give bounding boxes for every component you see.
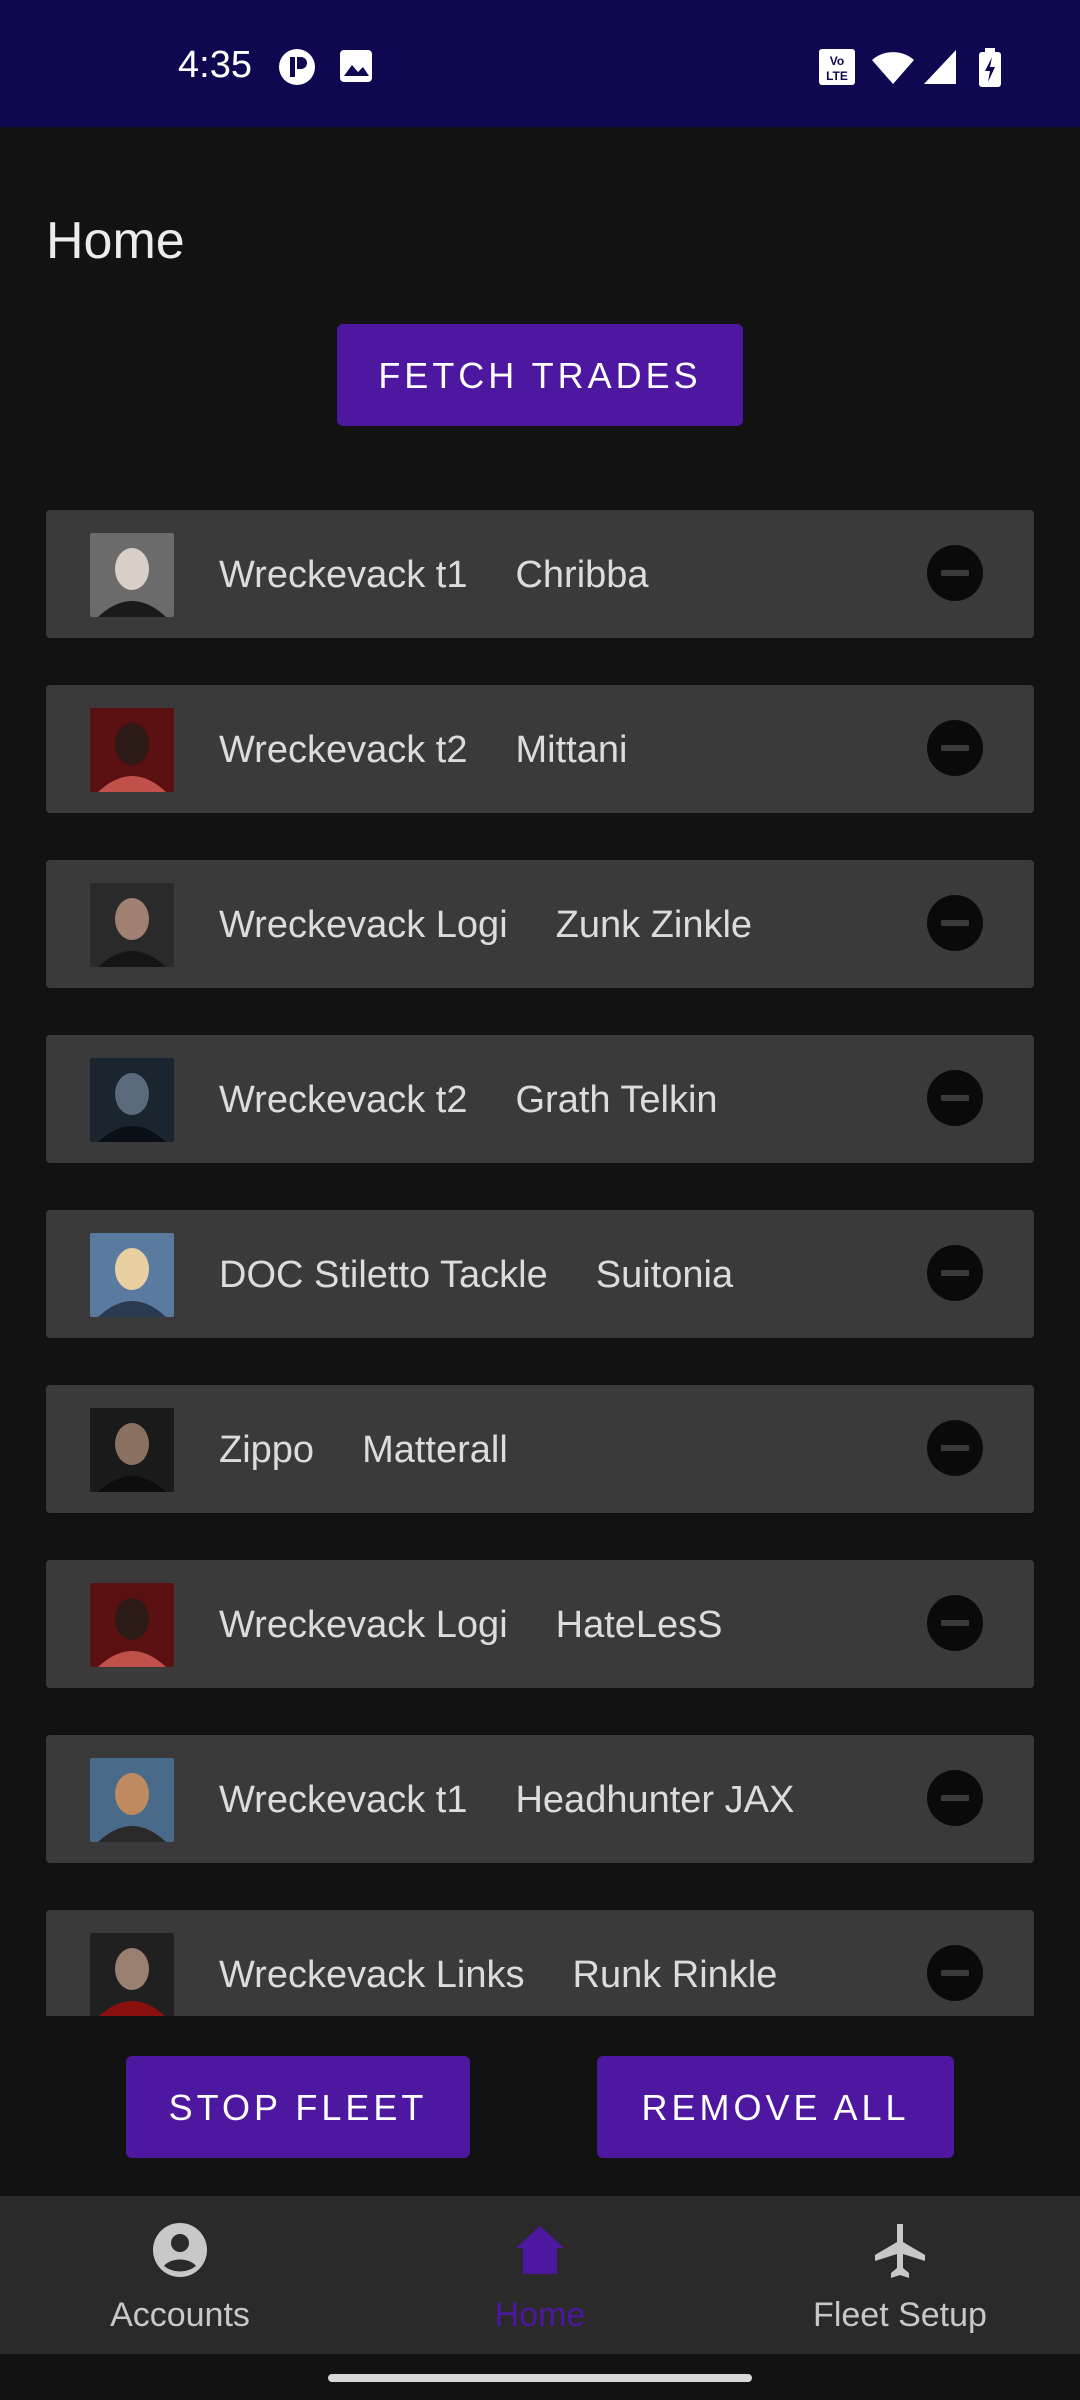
avatar-blonde-woman bbox=[90, 1233, 174, 1317]
pilot-name: Runk Rinkle bbox=[572, 1954, 778, 1996]
volte-icon: VoLTE bbox=[819, 49, 855, 85]
signal-icon bbox=[924, 50, 956, 84]
remove-member-icon[interactable] bbox=[926, 1419, 984, 1482]
airplane-icon bbox=[875, 2224, 925, 2278]
remove-member-icon[interactable] bbox=[926, 1769, 984, 1832]
nav-item-fleet-setup[interactable]: Fleet Setup bbox=[720, 2196, 1080, 2354]
pilot-name: Matterall bbox=[362, 1429, 508, 1471]
ship-name: Zippo bbox=[219, 1429, 315, 1471]
pilot-name: Zunk Zinkle bbox=[555, 904, 753, 946]
battery-charging-icon bbox=[979, 48, 1001, 87]
avatar-woman-dark-hair-red-bg bbox=[90, 1583, 174, 1667]
nav-label-fleet-setup: Fleet Setup bbox=[813, 2296, 987, 2334]
stop-fleet-button[interactable]: STOP FLEET bbox=[126, 2056, 470, 2158]
remove-all-button[interactable]: REMOVE ALL bbox=[597, 2056, 954, 2158]
remove-member-icon[interactable] bbox=[926, 544, 984, 607]
remove-member-icon[interactable] bbox=[926, 1944, 984, 2007]
fetch-trades-button[interactable]: FETCH TRADES bbox=[337, 324, 743, 426]
fleet-row-text: Wreckevack t2 Mittani bbox=[219, 685, 627, 815]
fleet-row-text: Wreckevack t1 Headhunter JAX bbox=[219, 1735, 794, 1865]
pilot-name: Mittani bbox=[515, 729, 628, 771]
fleet-row[interactable]: Wreckevack Links Runk Rinkle bbox=[46, 1910, 1034, 2016]
fleet-row[interactable]: DOC Stiletto Tackle Suitonia bbox=[46, 1210, 1034, 1338]
nav-label-accounts: Accounts bbox=[110, 2296, 250, 2334]
fleet-row[interactable]: Wreckevack Logi Zunk Zinkle bbox=[46, 860, 1034, 988]
fleet-row-text: Wreckevack Logi Zunk Zinkle bbox=[219, 860, 752, 990]
fleet-row-text: Wreckevack Logi HateLesS bbox=[219, 1560, 723, 1690]
pilot-name: Suitonia bbox=[595, 1254, 734, 1296]
account-circle-icon bbox=[153, 2223, 207, 2277]
pilot-name: Headhunter JAX bbox=[515, 1779, 795, 1821]
ship-name: Wreckevack t1 bbox=[219, 1779, 468, 1821]
ship-name: Wreckevack t2 bbox=[219, 729, 468, 771]
avatar-bald-man bbox=[90, 1758, 174, 1842]
home-icon bbox=[516, 2226, 564, 2274]
page-title: Home bbox=[46, 211, 185, 270]
wifi-icon bbox=[872, 52, 914, 84]
nav-item-home[interactable]: Home bbox=[360, 2196, 720, 2354]
fleet-row[interactable]: Zippo Matterall bbox=[46, 1385, 1034, 1513]
remove-member-icon[interactable] bbox=[926, 1594, 984, 1657]
fleet-row-text: Wreckevack t1 Chribba bbox=[219, 510, 649, 640]
status-bar: 4:35 Vo LTE bbox=[0, 0, 1080, 127]
fleet-row[interactable]: Wreckevack Logi HateLesS bbox=[46, 1560, 1034, 1688]
app-notification-icon bbox=[279, 49, 315, 85]
nav-item-accounts[interactable]: Accounts bbox=[0, 2196, 360, 2354]
avatar-man-side-profile bbox=[90, 1408, 174, 1492]
remove-member-icon[interactable] bbox=[926, 1069, 984, 1132]
pilot-name: Chribba bbox=[515, 554, 649, 596]
ship-name: Wreckevack t2 bbox=[219, 1079, 468, 1121]
ship-name: Wreckevack t1 bbox=[219, 554, 468, 596]
avatar-man-dark-hair bbox=[90, 883, 174, 967]
remove-member-icon[interactable] bbox=[926, 1244, 984, 1307]
svg-text:LTE: LTE bbox=[826, 69, 848, 83]
ship-name: DOC Stiletto Tackle bbox=[219, 1254, 548, 1296]
fleet-row-text: Zippo Matterall bbox=[219, 1385, 508, 1515]
pilot-name: Grath Telkin bbox=[515, 1079, 718, 1121]
fleet-list[interactable]: Wreckevack t1 Chribba Wreckevack t2 Mittani… bbox=[0, 510, 1080, 2016]
fleet-row[interactable]: Wreckevack t1 Headhunter JAX bbox=[46, 1735, 1034, 1863]
fleet-row-text: Wreckevack t2 Grath Telkin bbox=[219, 1035, 718, 1165]
image-notification-icon bbox=[340, 50, 372, 82]
remove-member-icon[interactable] bbox=[926, 719, 984, 782]
ship-name: Wreckevack Logi bbox=[219, 904, 508, 946]
gesture-bar bbox=[328, 2374, 752, 2382]
fleet-row[interactable]: Wreckevack t1 Chribba bbox=[46, 510, 1034, 638]
status-time: 4:35 bbox=[178, 44, 252, 86]
fleet-row[interactable]: Wreckevack t2 Mittani bbox=[46, 685, 1034, 813]
avatar-white-haired-man bbox=[90, 533, 174, 617]
pilot-name: HateLesS bbox=[555, 1604, 723, 1646]
nav-label-home: Home bbox=[494, 2296, 586, 2334]
remove-member-icon[interactable] bbox=[926, 894, 984, 957]
avatar-man-red-star bbox=[90, 1933, 174, 2016]
svg-text:Vo: Vo bbox=[830, 54, 844, 68]
fleet-row[interactable]: Wreckevack t2 Grath Telkin bbox=[46, 1035, 1034, 1163]
bottom-navigation: Accounts Home Fleet Setup bbox=[0, 2196, 1080, 2354]
fleet-row-text: DOC Stiletto Tackle Suitonia bbox=[219, 1210, 733, 1340]
ship-name: Wreckevack Logi bbox=[219, 1604, 508, 1646]
fleet-row-text: Wreckevack Links Runk Rinkle bbox=[219, 1910, 777, 2016]
avatar-woman-dark-hair-red-bg bbox=[90, 708, 174, 792]
avatar-armored-man bbox=[90, 1058, 174, 1142]
ship-name: Wreckevack Links bbox=[219, 1954, 525, 1996]
